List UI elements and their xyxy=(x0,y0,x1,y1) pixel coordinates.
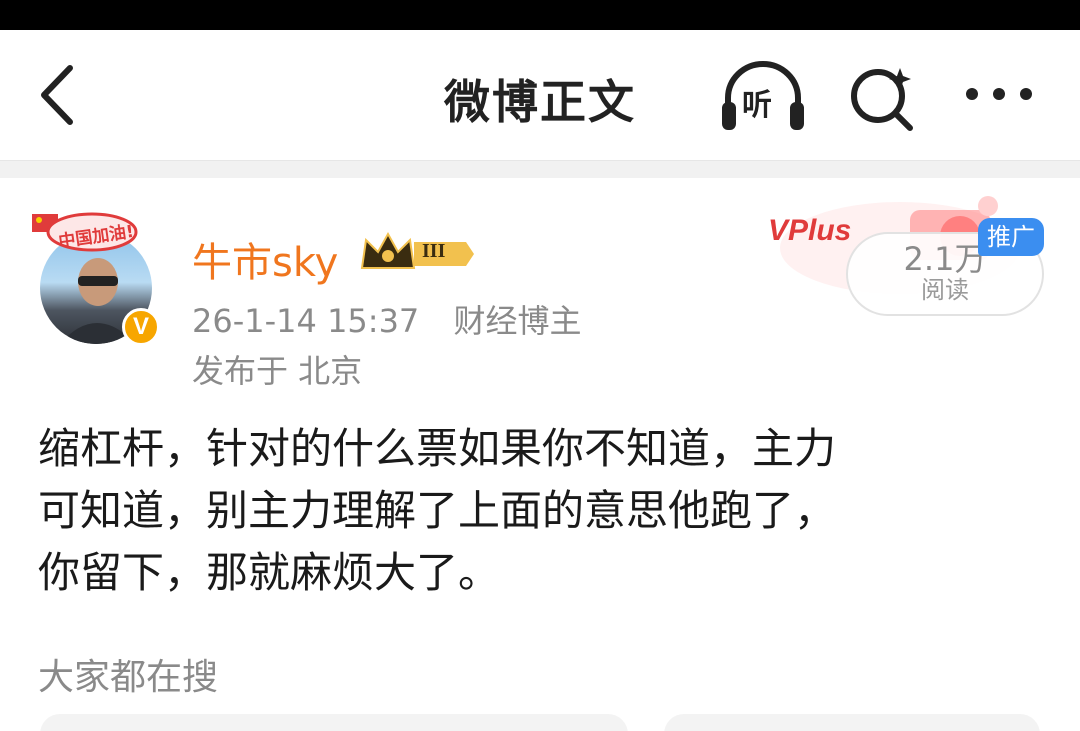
author-category: 财经博主 xyxy=(453,302,582,340)
crown-level-icon[interactable] xyxy=(358,230,478,276)
ad-brand-label: VPlus xyxy=(768,214,852,247)
post-content-line: 缩杠杆，针对的什么票如果你不知道，主力 xyxy=(38,424,837,473)
post-timestamp: 26-1-14 15:37 xyxy=(192,302,420,340)
author-avatar[interactable]: 中国加油! V xyxy=(30,206,160,346)
reads-label: 阅读 xyxy=(921,276,969,304)
level-badge-text: III xyxy=(422,240,446,262)
author-name[interactable]: 牛市sky xyxy=(192,230,338,288)
ai-search-icon[interactable] xyxy=(848,60,918,132)
post-content: 缩杠杆，针对的什么票如果你不知道，主力 可知道，别主力理解了上面的意思他跑了， … xyxy=(38,418,1038,604)
post-card: 中国加油! V 牛市sky III 26-1-14 15:37 财经博主 发布于… xyxy=(0,178,1080,731)
related-search-pill[interactable] xyxy=(40,714,628,731)
post-meta: 26-1-14 15:37 财经博主 xyxy=(192,296,581,342)
post-content-line: 你留下，那就麻烦大了。 xyxy=(38,548,501,597)
status-bar xyxy=(0,0,1080,30)
listen-label: 听 xyxy=(742,88,772,123)
promo-badge[interactable]: 推广 xyxy=(978,218,1044,256)
page-title: 微博正文 xyxy=(444,75,636,129)
more-dots-icon[interactable] xyxy=(964,84,1034,104)
related-search-heading: 大家都在搜 xyxy=(38,657,219,698)
top-nav-bar: 微博正文 听 xyxy=(0,30,1080,160)
post-location: 发布于 北京 xyxy=(192,352,363,390)
verified-v-icon: V xyxy=(122,308,160,346)
related-search-pill[interactable] xyxy=(664,714,1040,731)
post-content-line: 可知道，别主力理解了上面的意思他跑了， xyxy=(38,486,837,535)
section-divider xyxy=(0,160,1080,178)
